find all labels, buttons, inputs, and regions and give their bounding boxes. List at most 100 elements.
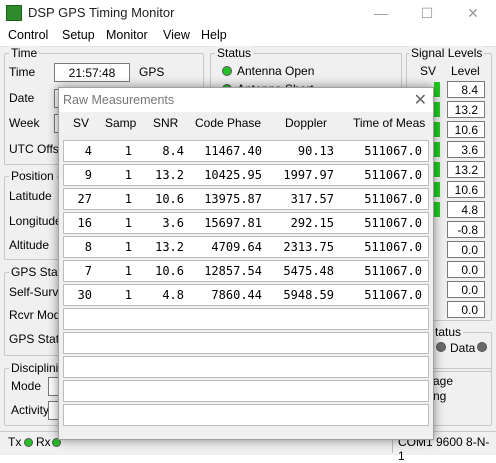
menu-view[interactable]: View [163, 28, 190, 42]
cell-samp: 1 [124, 264, 132, 278]
cell-doppler: 1997.97 [283, 168, 334, 182]
rx-label: Rx [36, 435, 51, 449]
time-group-label: Time [9, 46, 40, 60]
empty-row [63, 308, 429, 330]
signal-level-value: 4.8 [447, 201, 485, 218]
signal-bar [434, 182, 440, 197]
cell-samp: 1 [124, 144, 132, 158]
menu-setup[interactable]: Setup [62, 28, 95, 42]
measurement-row: 9 1 13.2 10425.95 1997.97 511067.0 [63, 164, 429, 186]
signal-level-value: 13.2 [447, 101, 485, 118]
ng-label: ng [433, 389, 447, 403]
cell-code-phase: 10425.95 [204, 168, 262, 182]
measurement-row: 7 1 10.6 12857.54 5475.48 511067.0 [63, 260, 429, 282]
mode-label: Mode [11, 379, 42, 393]
cell-snr: 8.4 [162, 144, 184, 158]
empty-row [63, 356, 429, 378]
latitude-label: Latitude [9, 189, 52, 203]
signal-bar [434, 82, 440, 97]
antenna-open-label: Antenna Open [237, 64, 315, 78]
longitude-label: Longitude [9, 214, 62, 228]
signal-bar [434, 122, 440, 137]
cell-time-of-meas: 511067.0 [364, 144, 422, 158]
cell-samp: 1 [124, 240, 132, 254]
app-icon [6, 5, 22, 21]
col-header-sv: SV [73, 116, 90, 130]
empty-row [63, 404, 429, 426]
signal-level-value: -0.8 [447, 221, 485, 238]
signal-level-value: 3.6 [447, 141, 485, 158]
time-label: Time [9, 65, 36, 79]
cell-time-of-meas: 511067.0 [364, 264, 422, 278]
cell-code-phase: 4709.64 [211, 240, 262, 254]
menu-help[interactable]: Help [201, 28, 227, 42]
cell-doppler: 5475.48 [283, 264, 334, 278]
raw-measurements-dialog: Raw Measurements ✕ SV Samp SNR Code Phas… [58, 87, 434, 440]
cell-code-phase: 11467.40 [204, 144, 262, 158]
cell-doppler: 2313.75 [283, 240, 334, 254]
signal-sv-header: SV [420, 64, 437, 78]
cell-code-phase: 12857.54 [204, 264, 262, 278]
close-button[interactable]: ✕ [450, 0, 496, 26]
maximize-button[interactable]: ☐ [404, 0, 450, 26]
measurement-row: 27 1 10.6 13975.87 317.57 511067.0 [63, 188, 429, 210]
signal-level-value: 0.0 [447, 281, 485, 298]
signal-level-value: 8.4 [447, 81, 485, 98]
signal-level-header: Level [451, 64, 480, 78]
cell-code-phase: 15697.81 [204, 216, 262, 230]
time-unit: GPS [139, 65, 165, 79]
measurement-row: 4 1 8.4 11467.40 90.13 511067.0 [63, 140, 429, 162]
measurement-row: 8 1 13.2 4709.64 2313.75 511067.0 [63, 236, 429, 258]
tx-led [24, 438, 33, 447]
cell-time-of-meas: 511067.0 [364, 192, 422, 206]
col-header-doppler: Doppler [285, 116, 328, 130]
cell-doppler: 5948.59 [283, 288, 334, 302]
menu-bar: Control Setup Monitor View Help [0, 26, 496, 46]
title-bar: DSP GPS Timing Monitor — ☐ ✕ [0, 0, 496, 26]
col-header-snr: SNR [153, 116, 179, 130]
cell-snr: 3.6 [162, 216, 184, 230]
measurement-row: 30 1 4.8 7860.44 5948.59 511067.0 [63, 284, 429, 306]
signal-level-value: 0.0 [447, 301, 485, 318]
cell-sv: 7 [84, 264, 92, 278]
menu-control[interactable]: Control [8, 28, 48, 42]
col-header-samp: Samp [105, 116, 137, 130]
cell-samp: 1 [124, 288, 132, 302]
utc-offset-label: UTC Offse [9, 142, 66, 156]
col-header-time-of-meas: Time of Meas [353, 116, 426, 130]
cell-samp: 1 [124, 168, 132, 182]
signal-bar [434, 142, 440, 157]
cell-code-phase: 13975.87 [204, 192, 262, 206]
empty-row [63, 332, 429, 354]
status-group-label: Status [215, 46, 254, 60]
cell-sv: 4 [84, 144, 92, 158]
menu-monitor[interactable]: Monitor [106, 28, 148, 42]
week-label: Week [9, 116, 40, 130]
col-header-code-phase: Code Phase [195, 116, 262, 130]
dialog-close-button[interactable]: ✕ [414, 90, 427, 110]
cell-time-of-meas: 511067.0 [364, 168, 422, 182]
data-label: Data [450, 341, 476, 355]
stats-led-1 [436, 342, 446, 352]
empty-row [63, 380, 429, 402]
cell-time-of-meas: 511067.0 [364, 216, 422, 230]
measurement-row: 16 1 3.6 15697.81 292.15 511067.0 [63, 212, 429, 234]
time-field: 21:57:48 [54, 63, 130, 82]
signal-bar [434, 202, 440, 217]
cell-snr: 13.2 [155, 240, 184, 254]
antenna-open-led [222, 66, 232, 76]
date-label: Date [9, 91, 35, 105]
cell-sv: 16 [77, 216, 92, 230]
cell-samp: 1 [124, 216, 132, 230]
cell-snr: 13.2 [155, 168, 184, 182]
altitude-label: Altitude [9, 238, 50, 252]
stats-group-label: tatus [433, 325, 464, 339]
dialog-title: Raw Measurements [63, 93, 175, 107]
cell-snr: 10.6 [155, 192, 184, 206]
signal-level-value: 13.2 [447, 161, 485, 178]
cell-sv: 27 [77, 192, 92, 206]
cell-doppler: 292.15 [290, 216, 334, 230]
cell-time-of-meas: 511067.0 [364, 288, 422, 302]
minimize-button[interactable]: — [358, 0, 404, 26]
cell-doppler: 90.13 [297, 144, 334, 158]
